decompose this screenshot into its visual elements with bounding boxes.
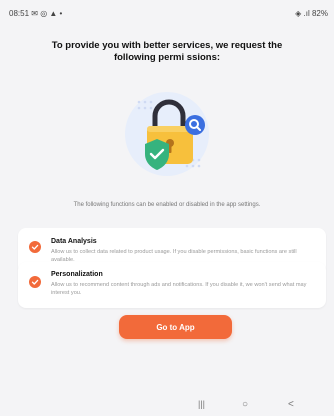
status-time: 08:51 <box>9 9 30 18</box>
notification-icons: ✉ ◎ ▲ • <box>31 9 63 18</box>
recent-apps-button[interactable]: ||| <box>198 399 205 409</box>
signal-icon: .ıl <box>303 9 310 18</box>
permission-title: Personalization <box>51 271 103 278</box>
permission-card-personalization[interactable]: Personalization Allow us to recommend co… <box>18 262 326 308</box>
go-to-app-button[interactable]: Go to App <box>119 315 232 339</box>
permission-illustration <box>125 92 209 176</box>
checkbox-checked-icon[interactable] <box>29 241 41 253</box>
permission-description: Allow us to recommend content through ad… <box>51 282 307 296</box>
status-bar: 08:51 ✉ ◎ ▲ • ◈ .ıl 82% <box>0 0 334 22</box>
search-badge-icon <box>185 115 205 135</box>
wifi-icon: ◈ <box>295 9 302 18</box>
permissions-subtitle: The following functions can be enabled o… <box>73 202 261 208</box>
status-left: 08:51 ✉ ◎ ▲ • <box>9 9 62 18</box>
page-title: To provide you with better services, we … <box>51 40 283 63</box>
permission-title: Data Analysis <box>51 238 97 245</box>
status-right: ◈ .ıl 82% <box>295 9 328 18</box>
checkbox-checked-icon[interactable] <box>29 276 41 288</box>
home-button[interactable]: ○ <box>242 399 248 410</box>
back-button[interactable]: < <box>288 399 294 410</box>
battery-level: 82% <box>311 9 328 18</box>
system-nav-bar: ||| ○ < <box>0 396 334 416</box>
